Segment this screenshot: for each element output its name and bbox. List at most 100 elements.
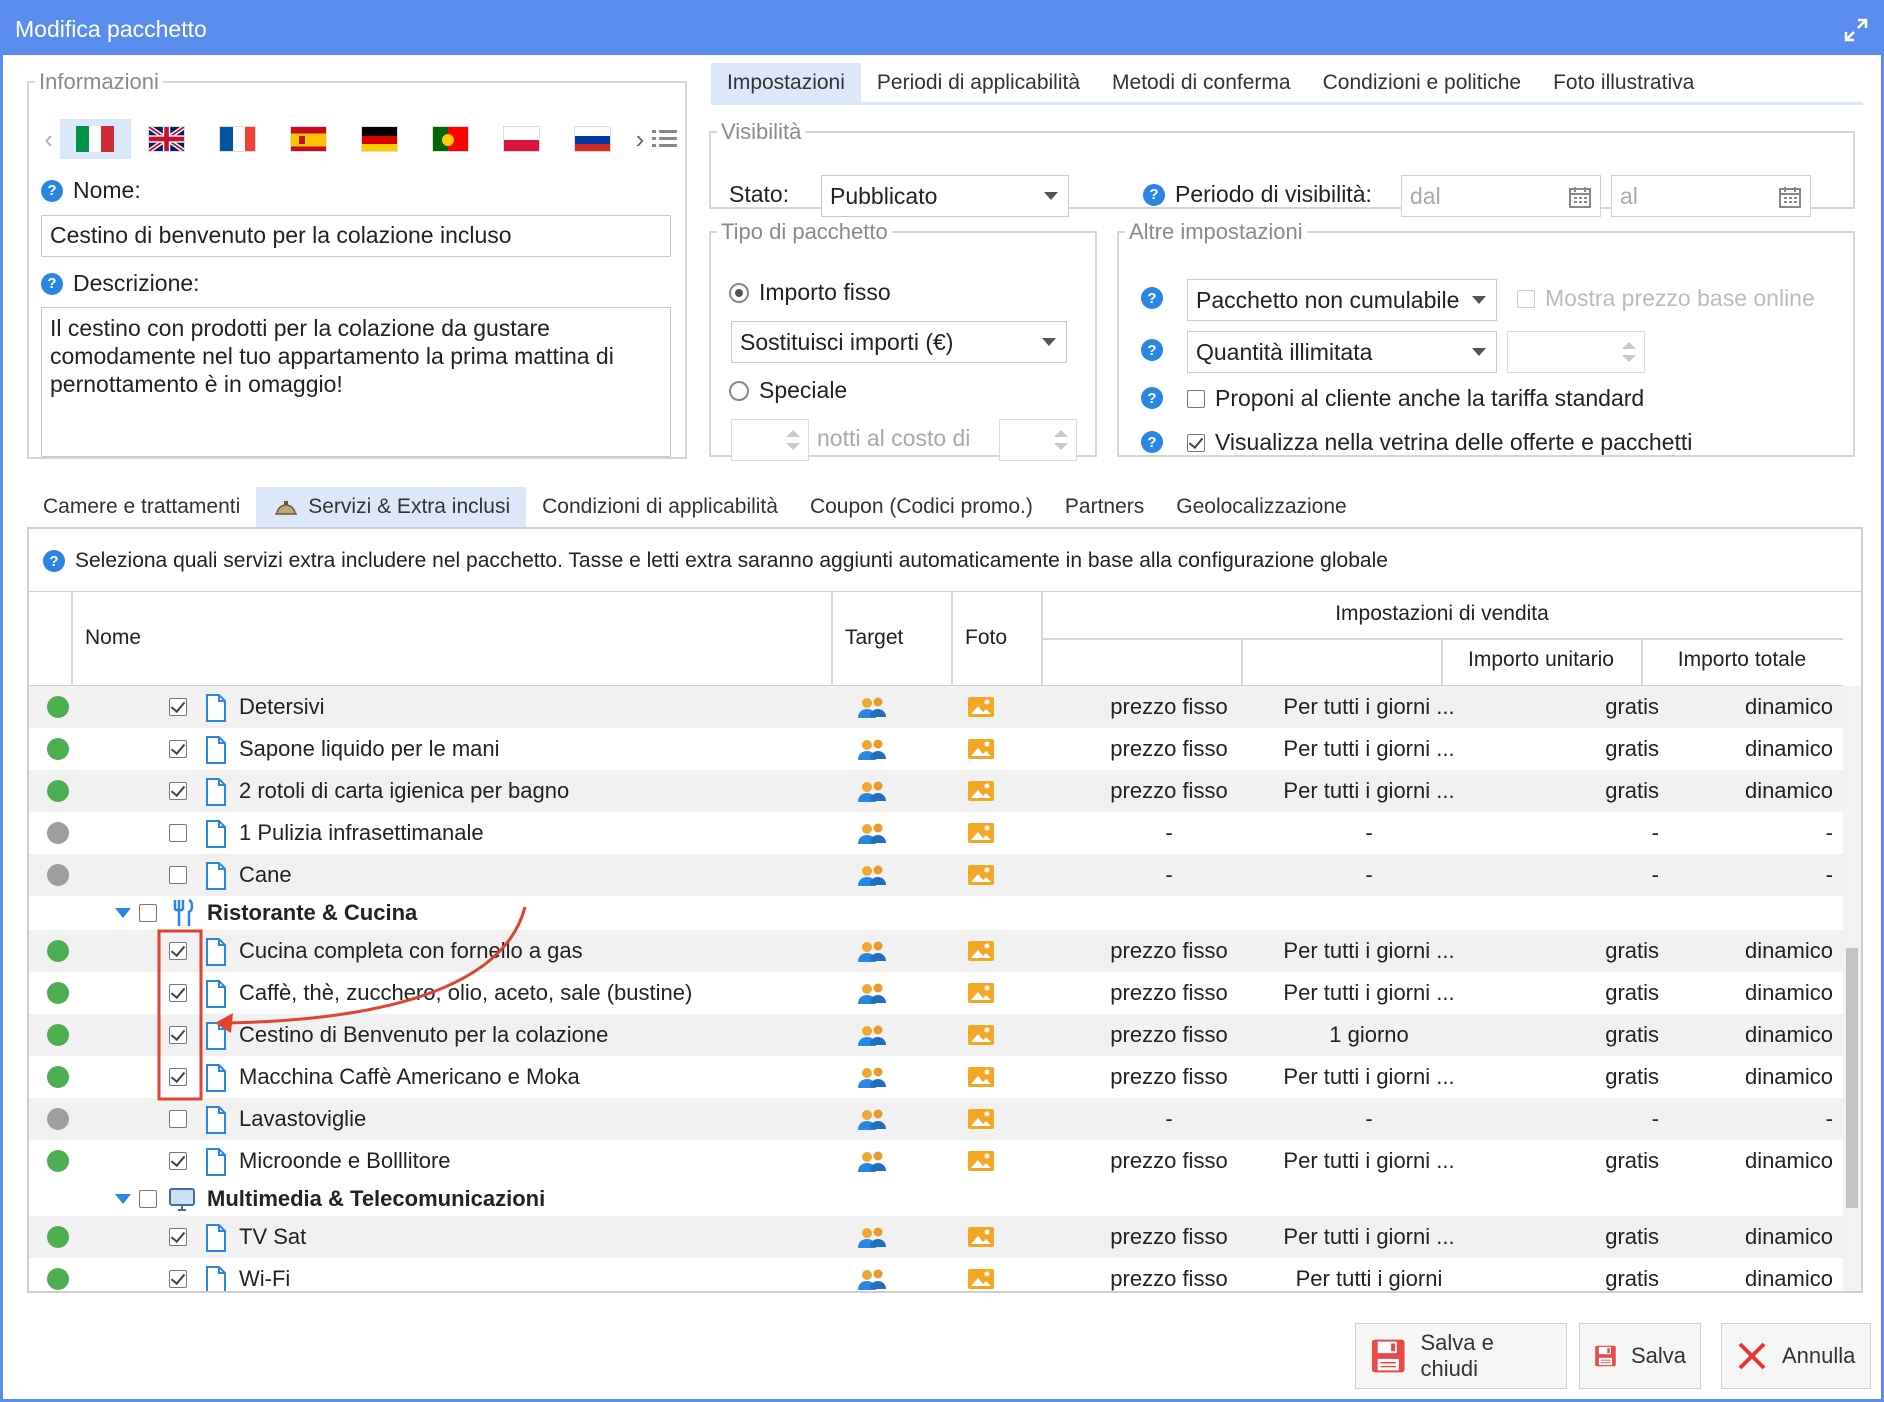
image-icon[interactable] xyxy=(967,738,995,760)
image-icon[interactable] xyxy=(967,780,995,802)
image-icon[interactable] xyxy=(967,982,995,1004)
column-target[interactable]: Target xyxy=(845,626,903,650)
image-icon[interactable] xyxy=(967,1226,995,1248)
chevron-right-icon[interactable]: › xyxy=(628,124,651,155)
quantity-stepper[interactable] xyxy=(1507,331,1645,373)
image-icon[interactable] xyxy=(967,864,995,886)
cumulable-select[interactable]: Pacchetto non cumulabile xyxy=(1187,279,1497,321)
table-row[interactable]: Cucina completa con fornello a gas prezzo… xyxy=(29,930,1843,972)
table-row[interactable]: Wi-Fi prezzo fisso Per tutti i giorni grati… xyxy=(29,1258,1843,1292)
table-row[interactable]: Sapone liquido per le mani prezzo fisso Pe… xyxy=(29,728,1843,770)
visibility-to-input[interactable]: al xyxy=(1611,175,1811,217)
tab-metodi-conferma[interactable]: Metodi di conferma xyxy=(1096,63,1307,102)
people-icon[interactable] xyxy=(857,1226,887,1250)
show-showcase-checkbox[interactable] xyxy=(1187,433,1205,452)
flag-pl-icon[interactable] xyxy=(503,126,541,152)
people-icon[interactable] xyxy=(857,1150,887,1174)
image-icon[interactable] xyxy=(967,696,995,718)
flag-de-icon[interactable] xyxy=(360,126,398,152)
tab-condizioni-applicabilita[interactable]: Condizioni di applicabilità xyxy=(526,487,794,527)
table-row[interactable]: Cestino di Benvenuto per la colazione pre… xyxy=(29,1014,1843,1056)
column-unit-amount[interactable]: Importo unitario xyxy=(1441,648,1641,672)
table-row[interactable]: Detersivi prezzo fisso Per tutti i giorni … xyxy=(29,686,1843,728)
row-checkbox[interactable] xyxy=(169,1228,187,1246)
show-base-price-checkbox[interactable] xyxy=(1517,289,1535,308)
description-textarea[interactable]: Il cestino con prodotti per la colazione… xyxy=(41,307,671,457)
row-checkbox[interactable] xyxy=(169,984,187,1002)
special-option[interactable]: Speciale xyxy=(729,377,847,404)
visibility-from-input[interactable]: dal xyxy=(1401,175,1601,217)
fixed-amount-radio[interactable] xyxy=(729,282,749,303)
table-row[interactable]: Cane - - - - xyxy=(29,854,1843,896)
row-checkbox[interactable] xyxy=(169,1152,187,1170)
image-icon[interactable] xyxy=(967,940,995,962)
image-icon[interactable] xyxy=(967,1268,995,1290)
flag-pt-icon[interactable] xyxy=(431,126,470,152)
quantity-select[interactable]: Quantità illimitata xyxy=(1187,331,1497,373)
nights-stepper[interactable] xyxy=(731,419,809,461)
special-radio[interactable] xyxy=(729,380,749,401)
table-row[interactable]: 2 rotoli di carta igienica per bagno prez… xyxy=(29,770,1843,812)
people-icon[interactable] xyxy=(857,1024,887,1048)
flag-es-icon[interactable] xyxy=(289,126,327,152)
help-icon[interactable]: ? xyxy=(41,179,63,202)
column-foto[interactable]: Foto xyxy=(965,626,1007,650)
list-icon[interactable] xyxy=(651,128,677,150)
table-row[interactable]: TV Sat prezzo fisso Per tutti i giorni ...… xyxy=(29,1216,1843,1258)
name-input[interactable]: Cestino di benvenuto per la colazione in… xyxy=(41,215,671,257)
save-close-button[interactable]: Salva e chiudi xyxy=(1355,1323,1567,1389)
people-icon[interactable] xyxy=(857,1066,887,1090)
fixed-amount-option[interactable]: Importo fisso xyxy=(729,279,891,306)
row-checkbox[interactable] xyxy=(169,698,187,716)
people-icon[interactable] xyxy=(857,1268,887,1292)
calendar-icon[interactable] xyxy=(1568,185,1592,209)
grid-scrollbar[interactable] xyxy=(1843,686,1861,1291)
fixed-amount-select[interactable]: Sostituisci importi (€) xyxy=(731,321,1067,363)
flag-fr-icon[interactable] xyxy=(218,126,256,152)
row-checkbox[interactable] xyxy=(169,1110,187,1128)
group-row[interactable]: Ristorante & Cucina xyxy=(29,896,1843,930)
stato-select[interactable]: Pubblicato xyxy=(821,175,1069,217)
tab-periodi[interactable]: Periodi di applicabilità xyxy=(861,63,1096,102)
help-icon[interactable]: ? xyxy=(1141,431,1163,453)
language-tab-it[interactable] xyxy=(60,119,131,159)
show-showcase-option[interactable]: Visualizza nella vetrina delle offerte e… xyxy=(1187,429,1692,456)
help-icon[interactable]: ? xyxy=(1141,339,1163,361)
group-checkbox[interactable] xyxy=(139,904,157,922)
propose-standard-checkbox[interactable] xyxy=(1187,389,1205,408)
tab-condizioni-politiche[interactable]: Condizioni e politiche xyxy=(1307,63,1537,102)
image-icon[interactable] xyxy=(967,1108,995,1130)
row-checkbox[interactable] xyxy=(169,1270,187,1288)
help-icon[interactable]: ? xyxy=(1141,387,1163,409)
image-icon[interactable] xyxy=(967,1024,995,1046)
expand-icon[interactable] xyxy=(1843,17,1869,43)
people-icon[interactable] xyxy=(857,864,887,888)
tab-servizi-extra[interactable]: Servizi & Extra inclusi xyxy=(256,487,527,527)
table-row[interactable]: 1 Pulizia infrasettimanale - - - - xyxy=(29,812,1843,854)
chevron-left-icon[interactable]: ‹ xyxy=(37,124,60,155)
people-icon[interactable] xyxy=(857,982,887,1006)
image-icon[interactable] xyxy=(967,1150,995,1172)
calendar-icon[interactable] xyxy=(1778,185,1802,209)
tab-partners[interactable]: Partners xyxy=(1049,487,1160,527)
table-row[interactable]: Macchina Caffè Americano e Moka prezzo fi… xyxy=(29,1056,1843,1098)
row-checkbox[interactable] xyxy=(169,740,187,758)
group-row[interactable]: Multimedia & Telecomunicazioni xyxy=(29,1182,1843,1216)
cost-stepper[interactable] xyxy=(999,419,1077,461)
row-checkbox[interactable] xyxy=(169,942,187,960)
people-icon[interactable] xyxy=(857,780,887,804)
image-icon[interactable] xyxy=(967,1066,995,1088)
people-icon[interactable] xyxy=(857,696,887,720)
scroll-thumb[interactable] xyxy=(1846,948,1858,1208)
help-icon[interactable]: ? xyxy=(1141,287,1163,309)
column-total-amount[interactable]: Importo totale xyxy=(1641,648,1843,672)
propose-standard-option[interactable]: Proponi al cliente anche la tariffa stan… xyxy=(1187,385,1644,412)
table-row[interactable]: Microonde e Bolllitore prezzo fisso Per tu… xyxy=(29,1140,1843,1182)
row-checkbox[interactable] xyxy=(169,824,187,842)
people-icon[interactable] xyxy=(857,738,887,762)
collapse-triangle-icon[interactable] xyxy=(115,1194,131,1204)
row-checkbox[interactable] xyxy=(169,1068,187,1086)
image-icon[interactable] xyxy=(967,822,995,844)
tab-impostazioni[interactable]: Impostazioni xyxy=(711,63,861,102)
cancel-button[interactable]: Annulla xyxy=(1721,1323,1871,1389)
